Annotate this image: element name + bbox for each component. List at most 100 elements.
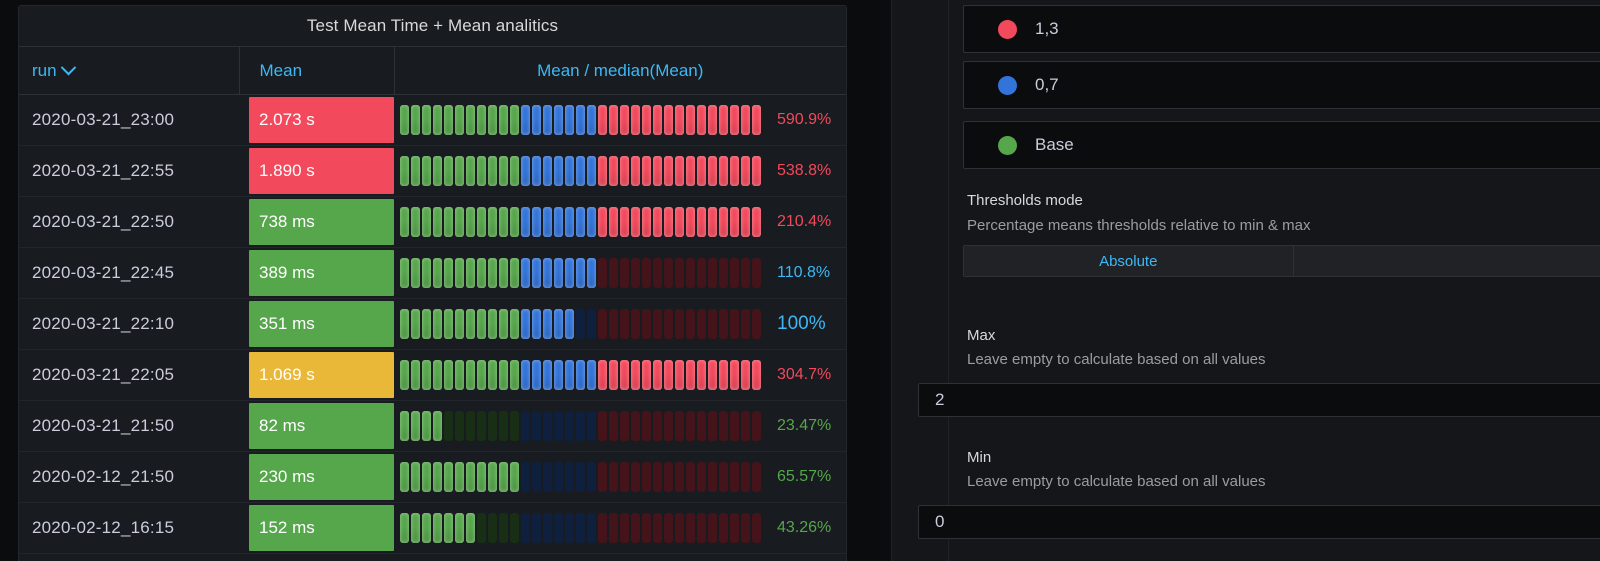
lcd-segment — [554, 513, 563, 543]
lcd-segment — [686, 462, 695, 492]
lcd-segment — [422, 105, 431, 135]
bar-gauge: 43.26% — [394, 503, 846, 553]
lcd-segment — [576, 105, 585, 135]
lcd-segment — [444, 309, 453, 339]
lcd-segments — [400, 360, 761, 390]
lcd-segment — [752, 360, 761, 390]
lcd-segment — [686, 156, 695, 186]
lcd-segment — [708, 513, 717, 543]
lcd-segment — [686, 360, 695, 390]
lcd-segment — [466, 462, 475, 492]
lcd-segment — [664, 309, 673, 339]
lcd-segment — [609, 156, 618, 186]
lcd-segment — [400, 105, 409, 135]
cell-run: 2020-03-21_21:50 — [19, 400, 239, 452]
lcd-segment — [686, 513, 695, 543]
lcd-segment — [433, 258, 442, 288]
lcd-segment — [719, 105, 728, 135]
lcd-segment — [708, 309, 717, 339]
thresholds-mode-absolute[interactable]: Absolute — [963, 245, 1294, 277]
thresholds-mode-percentage[interactable] — [1293, 245, 1600, 277]
lcd-segment — [554, 156, 563, 186]
lcd-segment — [642, 258, 651, 288]
lcd-segment — [609, 411, 618, 441]
column-header-mean-median[interactable]: Mean / median(Mean) — [393, 46, 846, 95]
lcd-segment — [543, 309, 552, 339]
lcd-segment — [730, 207, 739, 237]
column-header-run[interactable]: run — [19, 46, 239, 95]
cell-gauge: 590.9% — [394, 94, 846, 146]
lcd-segment — [741, 513, 750, 543]
thresholds-mode-toggle[interactable]: Absolute — [963, 245, 1600, 277]
lcd-segment — [444, 513, 453, 543]
lcd-segment — [521, 207, 530, 237]
lcd-segment — [543, 513, 552, 543]
lcd-segment — [554, 360, 563, 390]
lcd-segment — [664, 411, 673, 441]
lcd-segment — [455, 207, 464, 237]
cell-mean: 152 ms — [239, 502, 394, 554]
lcd-segment — [708, 258, 717, 288]
lcd-segment — [433, 156, 442, 186]
lcd-segment — [444, 105, 453, 135]
threshold-color-swatch[interactable] — [998, 135, 1017, 155]
lcd-segment — [719, 258, 728, 288]
min-input[interactable]: 0 — [918, 505, 1600, 539]
lcd-segment — [653, 156, 662, 186]
max-input[interactable]: 2 — [918, 383, 1600, 417]
lcd-segment — [488, 258, 497, 288]
lcd-segment — [631, 462, 640, 492]
lcd-segment — [686, 309, 695, 339]
lcd-segment — [455, 156, 464, 186]
lcd-segment — [741, 462, 750, 492]
lcd-segment — [576, 309, 585, 339]
lcd-segment — [587, 156, 596, 186]
cell-run: 2020-03-21_23:00 — [19, 94, 239, 146]
column-header-run-label: run — [32, 60, 57, 80]
lcd-segment — [598, 513, 607, 543]
lcd-segment — [697, 513, 706, 543]
mean-value-badge: 2.073 s — [249, 97, 394, 143]
thresholds-mode-description: Percentage means thresholds relative to … — [967, 217, 1311, 234]
lcd-segment — [730, 309, 739, 339]
lcd-segment — [543, 258, 552, 288]
threshold-color-swatch[interactable] — [998, 19, 1017, 39]
lcd-segment — [565, 258, 574, 288]
column-header-mean[interactable]: Mean — [238, 46, 394, 95]
max-description: Leave empty to calculate based on all va… — [967, 351, 1266, 368]
lcd-segment — [719, 309, 728, 339]
lcd-segment — [675, 360, 684, 390]
lcd-segment — [554, 462, 563, 492]
lcd-segment — [422, 411, 431, 441]
lcd-segment — [609, 258, 618, 288]
lcd-segment — [455, 309, 464, 339]
threshold-row-1[interactable]: 1,3 — [963, 5, 1600, 53]
lcd-segment — [411, 156, 420, 186]
lcd-segment — [466, 207, 475, 237]
lcd-segment — [730, 411, 739, 441]
lcd-segment — [521, 513, 530, 543]
cell-mean: 738 ms — [239, 196, 394, 248]
lcd-segment — [543, 156, 552, 186]
lcd-segment — [719, 207, 728, 237]
lcd-segment — [510, 105, 519, 135]
lcd-segment — [411, 105, 420, 135]
lcd-segment — [532, 156, 541, 186]
lcd-segments — [400, 105, 761, 135]
lcd-segment — [433, 105, 442, 135]
threshold-row-2[interactable]: 0,7 — [963, 61, 1600, 109]
lcd-segment — [708, 411, 717, 441]
lcd-segment — [620, 513, 629, 543]
cell-run: 2020-03-21_22:55 — [19, 145, 239, 197]
threshold-row-base[interactable]: Base — [963, 121, 1600, 169]
lcd-segment — [653, 513, 662, 543]
lcd-segment — [631, 360, 640, 390]
chevron-down-icon — [60, 59, 76, 76]
cell-gauge: 100% — [394, 298, 846, 350]
lcd-segment — [598, 156, 607, 186]
table-row: 2020-02-12_16:15 152 ms 43.26% — [19, 502, 846, 554]
lcd-segment — [730, 462, 739, 492]
lcd-segment — [653, 105, 662, 135]
threshold-color-swatch[interactable] — [998, 75, 1017, 95]
table-header-row: run Mean Mean / median(Mean) — [19, 46, 846, 95]
